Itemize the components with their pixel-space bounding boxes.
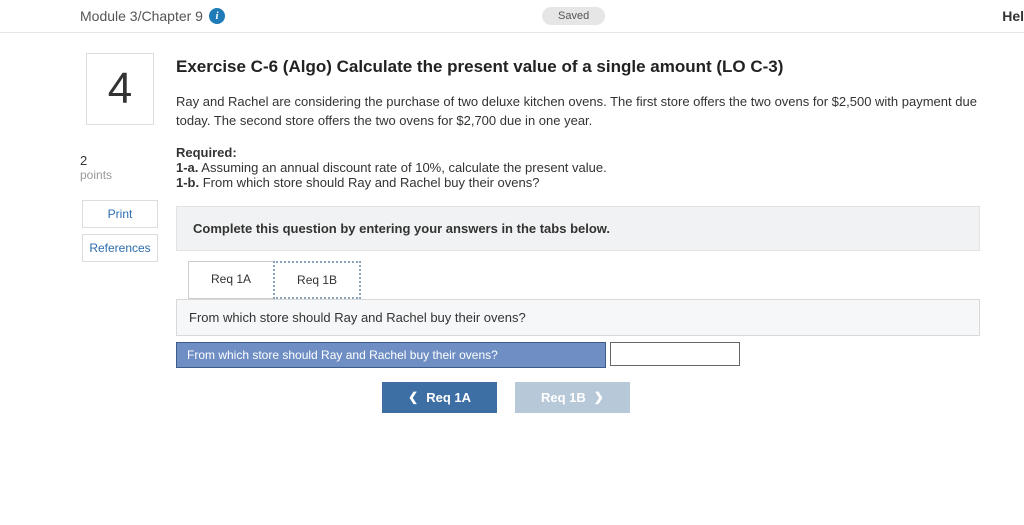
req-1a-tag: 1-a. <box>176 160 198 175</box>
tab-req-1b[interactable]: Req 1B <box>273 261 361 299</box>
chevron-left-icon: ❮ <box>408 390 418 404</box>
print-button[interactable]: Print <box>82 200 158 228</box>
req-1b-text: From which store should Ray and Rachel b… <box>199 175 539 190</box>
info-icon[interactable]: i <box>209 8 225 24</box>
sidebar: 4 2 points Print References <box>80 53 160 413</box>
chevron-right-icon: ❯ <box>594 390 604 404</box>
breadcrumb-text: Module 3/Chapter 9 <box>80 8 203 24</box>
nav-buttons: ❮ Req 1A Req 1B ❯ <box>176 382 836 413</box>
req-1b-tag: 1-b. <box>176 175 199 190</box>
points-label: points <box>80 168 160 182</box>
required-item-1a: 1-a. Assuming an annual discount rate of… <box>176 160 980 175</box>
help-link[interactable]: Hel <box>1002 8 1024 24</box>
points-block: 2 points <box>80 153 160 182</box>
answer-input[interactable] <box>610 342 740 366</box>
required-label: Required: <box>176 145 980 160</box>
answer-label: From which store should Ray and Rachel b… <box>176 342 606 368</box>
top-bar: Module 3/Chapter 9 i Saved Hel <box>0 0 1024 33</box>
references-button[interactable]: References <box>82 234 158 262</box>
saved-indicator: Saved <box>542 7 605 25</box>
instruction-bar: Complete this question by entering your … <box>176 206 980 251</box>
req-1a-text: Assuming an annual discount rate of 10%,… <box>198 160 606 175</box>
tab-question: From which store should Ray and Rachel b… <box>176 299 980 336</box>
page-body: 4 2 points Print References Exercise C-6… <box>0 33 1024 433</box>
required-item-1b: 1-b. From which store should Ray and Rac… <box>176 175 980 190</box>
answer-row: From which store should Ray and Rachel b… <box>176 342 980 368</box>
next-button-label: Req 1B <box>541 390 586 405</box>
exercise-prompt: Ray and Rachel are considering the purch… <box>176 93 980 131</box>
prev-button[interactable]: ❮ Req 1A <box>382 382 497 413</box>
required-block: Required: 1-a. Assuming an annual discou… <box>176 145 980 190</box>
next-button[interactable]: Req 1B ❯ <box>515 382 630 413</box>
exercise-title: Exercise C-6 (Algo) Calculate the presen… <box>176 57 980 77</box>
breadcrumb: Module 3/Chapter 9 i <box>80 8 225 24</box>
tabs: Req 1A Req 1B <box>188 261 980 299</box>
main-content: Exercise C-6 (Algo) Calculate the presen… <box>176 53 980 413</box>
prev-button-label: Req 1A <box>426 390 471 405</box>
points-value: 2 <box>80 153 160 168</box>
question-number: 4 <box>86 53 154 125</box>
tab-req-1a[interactable]: Req 1A <box>188 261 274 299</box>
